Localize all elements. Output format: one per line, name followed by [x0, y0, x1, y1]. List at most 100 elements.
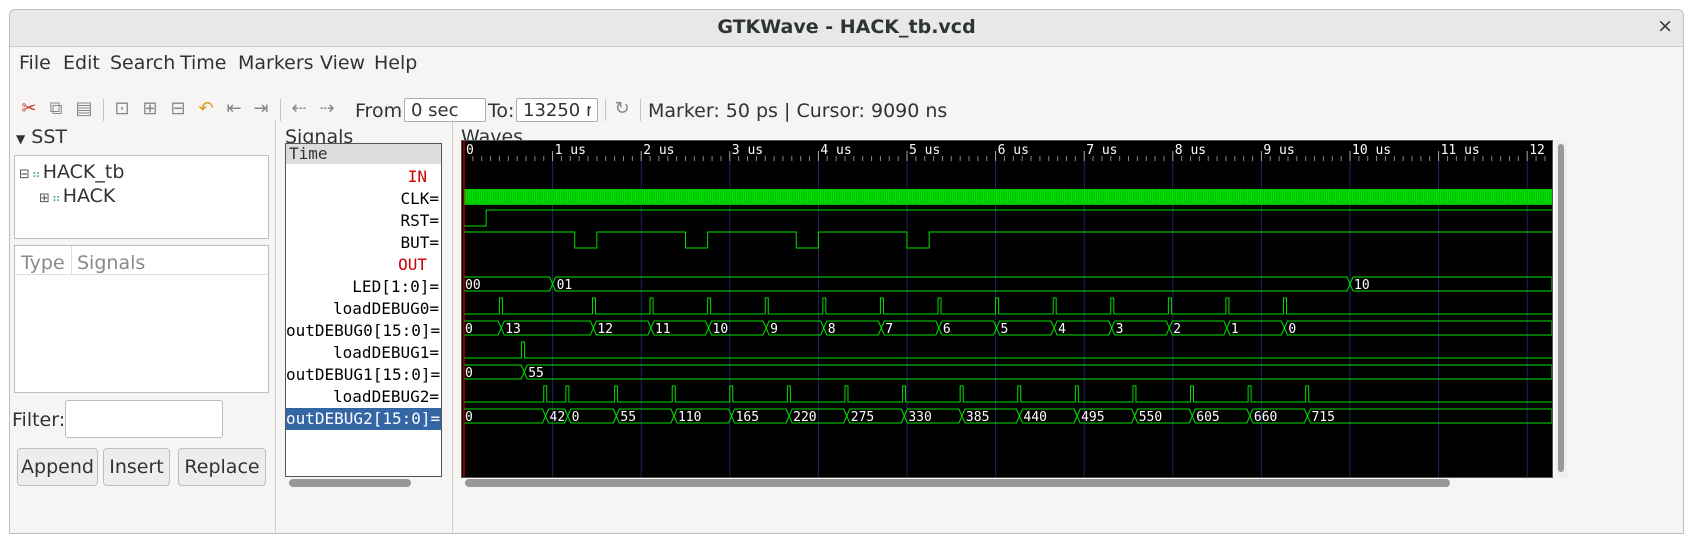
append-button[interactable]: Append	[17, 448, 98, 486]
outdebug0-value-label: 3	[1116, 322, 1124, 337]
filter-input[interactable]	[65, 400, 223, 438]
to-input[interactable]	[516, 98, 598, 122]
signal-rst[interactable]: RST=	[286, 210, 441, 232]
menu-time[interactable]: Time	[180, 52, 227, 74]
signals-horizontal-scrollbar[interactable]	[289, 479, 411, 487]
copy-icon[interactable]: ⧉	[45, 98, 67, 120]
signals-list[interactable]: Time IN CLK= RST= BUT= OUT LED[1:0]= loa…	[285, 143, 442, 477]
time-tick-label: 12 us	[1529, 143, 1552, 158]
zoom-out-icon[interactable]: ⊟	[167, 98, 189, 120]
loaddebug0-waveform	[464, 297, 1552, 315]
outdebug0-value-label: 5	[1000, 322, 1008, 337]
menu-file[interactable]: File	[19, 52, 51, 74]
prev-edge-icon[interactable]: ⇠	[288, 98, 310, 120]
pane-divider[interactable]	[275, 120, 276, 533]
signal-outdebug2-selected[interactable]: outDEBUG2[15:0]=	[286, 408, 441, 430]
gtkwave-window: GTKWave - HACK_tb.vcd × File Edit Search…	[9, 9, 1684, 534]
type-signals-list[interactable]: Type Signals	[14, 245, 269, 393]
tree-item-label: HACK_tb	[42, 161, 125, 183]
menu-markers[interactable]: Markers	[238, 52, 314, 74]
tree-item-hack-tb[interactable]: ⊟ ⠶ HACK_tb	[19, 161, 124, 183]
outdebug0-bus-top	[1283, 320, 1553, 329]
signal-outdebug0[interactable]: outDEBUG0[15:0]=	[286, 320, 441, 342]
signal-led[interactable]: LED[1:0]=	[286, 276, 441, 298]
outdebug0-value-label: 6	[943, 322, 951, 337]
menu-bar: File Edit Search Time Markers View Help	[10, 48, 1683, 78]
signal-outdebug1[interactable]: outDEBUG1[15:0]=	[286, 364, 441, 386]
outdebug2-value-label: 715	[1311, 410, 1334, 425]
module-icon: ⠶	[31, 167, 41, 181]
pane-divider[interactable]	[452, 120, 453, 533]
signal-loaddebug1[interactable]: loadDEBUG1=	[286, 342, 441, 364]
menu-help[interactable]: Help	[374, 52, 417, 74]
toolbar-separator	[103, 99, 104, 121]
toolbar: ✂ ⧉ ▤ ⊡ ⊞ ⊟ ↶ ⇤ ⇥ ⇠ ⇢ From: To: ↻ Marker…	[10, 86, 1683, 126]
from-input[interactable]	[404, 98, 486, 122]
clk-waveform	[464, 189, 1552, 205]
time-tick-label: 5 us	[909, 143, 940, 158]
led-bus-top	[1349, 276, 1553, 285]
cut-icon[interactable]: ✂	[18, 98, 40, 120]
header-divider	[15, 274, 268, 275]
outdebug0-value-label: 10	[713, 322, 729, 337]
next-edge-icon[interactable]: ⇢	[316, 98, 338, 120]
signal-loaddebug2[interactable]: loadDEBUG2=	[286, 386, 441, 408]
toolbar-separator	[605, 99, 606, 121]
tree-item-hack[interactable]: ⊞ ⠶ HACK	[39, 185, 115, 207]
time-tick-label: 7 us	[1086, 143, 1117, 158]
signal-clk[interactable]: CLK=	[286, 188, 441, 210]
outdebug0-value-label: 0	[465, 322, 473, 337]
outdebug2-value-label: 0	[465, 410, 473, 425]
outdebug0-value-label: 7	[885, 322, 893, 337]
marker-cursor-readout: Marker: 50 ps | Cursor: 9090 ns	[648, 100, 948, 122]
waves-horizontal-scrollbar[interactable]	[465, 479, 1450, 487]
paste-icon[interactable]: ▤	[73, 98, 95, 120]
outdebug1-bus-bottom	[523, 371, 1553, 380]
from-label: From:	[355, 100, 409, 122]
outdebug0-value-label: 12	[597, 322, 613, 337]
column-divider	[71, 246, 72, 274]
tree-expand-icon[interactable]: ⊞	[39, 191, 50, 206]
waves-vertical-scrollbar[interactable]	[1555, 140, 1567, 478]
signal-but[interactable]: BUT=	[286, 232, 441, 254]
time-tick-label: 10 us	[1352, 143, 1391, 158]
outdebug0-value-label: 2	[1173, 322, 1181, 337]
signal-group-in[interactable]: IN	[286, 166, 441, 188]
sst-header[interactable]: ▼ SST	[16, 126, 67, 148]
expander-down-icon[interactable]: ▼	[16, 132, 25, 146]
signal-loaddebug0[interactable]: loadDEBUG0=	[286, 298, 441, 320]
time-tick-label: 2 us	[643, 143, 674, 158]
zoom-in-icon[interactable]: ⊞	[139, 98, 161, 120]
filter-label: Filter:	[12, 409, 66, 431]
time-tick-label: 11 us	[1441, 143, 1480, 158]
time-tick-label: 6 us	[998, 143, 1029, 158]
zoom-fit-icon[interactable]: ⊡	[111, 98, 133, 120]
scrollbar-thumb[interactable]	[1558, 144, 1564, 472]
menu-view[interactable]: View	[320, 52, 365, 74]
toolbar-separator	[280, 99, 281, 121]
to-label: To:	[488, 100, 515, 122]
tree-collapse-icon[interactable]: ⊟	[19, 167, 30, 182]
waveform-viewer[interactable]: 0 1 us 2 us 3 us 4 us 5 us 6 us 7 us 8 us 9 us 10 …	[461, 140, 1568, 478]
zoom-end-icon[interactable]: ⇥	[250, 98, 272, 120]
menu-edit[interactable]: Edit	[63, 52, 100, 74]
outdebug1-value-label: 0	[465, 366, 473, 381]
waveform-canvas[interactable]: 0 1 us 2 us 3 us 4 us 5 us 6 us 7 us 8 us 9 us 10 …	[462, 141, 1568, 477]
window-title: GTKWave - HACK_tb.vcd	[717, 16, 976, 38]
led-value-label: 10	[1354, 278, 1370, 293]
signal-group-out[interactable]: OUT	[286, 254, 441, 276]
undo-zoom-icon[interactable]: ↶	[195, 98, 217, 120]
type-column-header[interactable]: Type	[21, 252, 65, 274]
outdebug2-value-label: 0	[572, 410, 580, 425]
title-bar: GTKWave - HACK_tb.vcd ×	[10, 10, 1683, 47]
outdebug0-value-label: 1	[1231, 322, 1239, 337]
menu-search[interactable]: Search	[110, 52, 175, 74]
signals-column-header[interactable]: Signals	[77, 252, 145, 274]
zoom-start-icon[interactable]: ⇤	[223, 98, 245, 120]
insert-button[interactable]: Insert	[103, 448, 170, 486]
reload-icon[interactable]: ↻	[611, 98, 633, 120]
close-icon[interactable]: ×	[1657, 15, 1673, 37]
outdebug2-value-label: 385	[966, 410, 989, 425]
replace-button[interactable]: Replace	[178, 448, 266, 486]
time-tick-label: 8 us	[1175, 143, 1206, 158]
